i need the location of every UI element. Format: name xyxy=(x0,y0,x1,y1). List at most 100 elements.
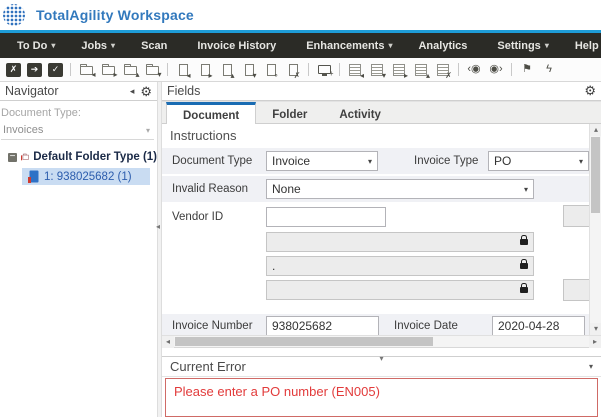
document-type-select[interactable]: Invoices ▾ xyxy=(1,122,154,140)
toolbar-separator xyxy=(339,63,340,76)
reject-button[interactable]: ✗ xyxy=(6,63,21,77)
menu-item-to-do[interactable]: To Do▾ xyxy=(4,40,68,52)
vertical-scrollbar[interactable]: ▴ ▾ xyxy=(589,124,601,335)
caret-down-icon: ▾ xyxy=(388,41,392,50)
menu-item-analytics[interactable]: Analytics xyxy=(405,40,484,52)
instructions-section-title: Instructions xyxy=(162,124,589,146)
previous-document-button[interactable] xyxy=(175,62,191,78)
document-last-icon xyxy=(245,64,254,76)
invoice-date-field-label: Invoice Date xyxy=(394,320,458,332)
app-header: TotalAgility Workspace xyxy=(0,0,601,30)
splitter-collapse-icon[interactable]: ◂ xyxy=(156,222,160,231)
open-viewer-button[interactable] xyxy=(316,62,332,78)
complete-button[interactable]: ✓ xyxy=(48,63,63,77)
vendor-id-input[interactable] xyxy=(266,207,386,227)
form-row: . xyxy=(162,255,589,277)
main-area: Navigator ◂ ⚙ Document Type: Invoices ▾ … xyxy=(0,82,601,417)
totalagility-workspace-window: TotalAgility Workspace To Do▾ Jobs▾ Scan… xyxy=(0,0,601,417)
shortcuts-button[interactable]: ϟ xyxy=(541,62,557,78)
form-row: Document Type Invoice ▾ Invoice Type PO … xyxy=(162,148,589,174)
tree-node-folder[interactable]: − Default Folder Type (1) xyxy=(0,149,157,165)
previous-view-button[interactable]: ‹◉ xyxy=(466,62,482,78)
fields-gear-icon[interactable]: ⚙ xyxy=(584,84,596,97)
document-type-field-label: Document Type xyxy=(172,155,252,167)
lock-icon xyxy=(520,263,528,269)
navigator-header: Navigator ◂ ⚙ xyxy=(0,82,157,101)
navigator-panel: Navigator ◂ ⚙ Document Type: Invoices ▾ … xyxy=(0,82,157,417)
previous-folder-button[interactable] xyxy=(78,62,94,78)
arrow-icon: ➔ xyxy=(31,65,39,74)
toolbar-separator xyxy=(70,63,71,76)
toolbar-separator xyxy=(458,63,459,76)
tab-activity[interactable]: Activity xyxy=(323,102,397,124)
caret-down-icon: ▾ xyxy=(368,157,372,166)
scroll-up-icon[interactable]: ▴ xyxy=(590,124,601,136)
invalid-reason-field-label: Invalid Reason xyxy=(172,183,248,195)
folder-node-label: Default Folder Type (1) xyxy=(33,151,157,163)
scroll-right-icon[interactable]: ▸ xyxy=(589,336,601,348)
menu-item-jobs[interactable]: Jobs▾ xyxy=(68,40,128,52)
list-expand-icon xyxy=(415,64,427,76)
tag-button[interactable]: ⚑ xyxy=(519,62,535,78)
caret-down-icon[interactable]: ▾ xyxy=(589,362,593,371)
list-collapse-icon xyxy=(371,64,383,76)
document-toolbar: ✗ ➔ ✓ ‹◉ ◉› ⚑ ϟ xyxy=(0,58,601,82)
caret-down-icon: ▾ xyxy=(524,185,528,194)
delete-document-button[interactable] xyxy=(285,62,301,78)
last-document-button[interactable] xyxy=(241,62,257,78)
caret-down-icon: ▾ xyxy=(111,41,115,50)
invoice-type-dropdown[interactable]: PO ▾ xyxy=(488,151,589,171)
first-folder-button[interactable] xyxy=(122,62,138,78)
collapse-fields-button[interactable] xyxy=(369,62,385,78)
navigator-gear-icon[interactable]: ⚙ xyxy=(140,85,152,98)
collapse-node-icon[interactable]: − xyxy=(8,153,17,162)
collapse-panel-icon[interactable]: ◂ xyxy=(130,86,135,97)
main-menu-bar: To Do▾ Jobs▾ Scan Invoice History Enhanc… xyxy=(0,33,601,58)
menu-item-help[interactable]: Help▾ xyxy=(562,40,601,52)
tab-folder[interactable]: Folder xyxy=(256,102,323,124)
caret-down-icon: ▾ xyxy=(545,41,549,50)
lock-icon xyxy=(520,239,528,245)
menu-item-settings[interactable]: Settings▾ xyxy=(484,40,561,52)
vertical-scrollbar-thumb[interactable] xyxy=(591,137,600,213)
document-settings-icon xyxy=(267,64,276,76)
menu-item-scan[interactable]: Scan xyxy=(128,40,184,52)
error-section-splitter[interactable]: ▾ xyxy=(162,348,601,356)
horizontal-scrollbar[interactable]: ◂ ▸ xyxy=(162,335,601,348)
invoice-type-field-label: Invoice Type xyxy=(414,155,478,167)
document-delete-icon xyxy=(289,64,298,76)
document-type-dropdown[interactable]: Invoice ▾ xyxy=(266,151,378,171)
caret-down-icon: ▾ xyxy=(51,41,55,50)
document-settings-button[interactable] xyxy=(263,62,279,78)
clipped-field xyxy=(563,205,589,227)
folder-next-icon xyxy=(102,66,115,75)
clear-field-button[interactable] xyxy=(435,62,451,78)
last-folder-button[interactable] xyxy=(144,62,160,78)
submit-button[interactable]: ➔ xyxy=(27,63,42,77)
invalid-reason-dropdown[interactable]: None ▾ xyxy=(266,179,534,199)
next-field-button[interactable] xyxy=(391,62,407,78)
scroll-down-icon[interactable]: ▾ xyxy=(590,323,601,335)
tab-document[interactable]: Document xyxy=(166,102,256,125)
next-folder-button[interactable] xyxy=(100,62,116,78)
toolbar-separator xyxy=(511,63,512,76)
invoice-number-input[interactable] xyxy=(266,316,379,335)
kofax-logo-icon xyxy=(2,2,28,28)
previous-field-button[interactable] xyxy=(347,62,363,78)
current-error-title: Current Error xyxy=(170,359,246,374)
current-error-box: Please enter a PO number (EN005) xyxy=(165,378,598,417)
tree-node-document-selected[interactable]: 1: 938025682 (1) xyxy=(22,168,150,185)
next-view-button[interactable]: ◉› xyxy=(488,62,504,78)
first-document-button[interactable] xyxy=(219,62,235,78)
invoice-date-input[interactable] xyxy=(492,316,585,335)
locked-field-3 xyxy=(266,280,534,300)
splitter-down-icon[interactable]: ▾ xyxy=(379,355,383,363)
menu-item-invoice-history[interactable]: Invoice History xyxy=(184,40,293,52)
horizontal-scrollbar-thumb[interactable] xyxy=(175,337,433,346)
document-fields-form: Instructions Document Type Invoice ▾ Inv… xyxy=(162,124,601,335)
form-row: Invoice Number Invoice Date xyxy=(162,314,589,335)
next-document-button[interactable] xyxy=(197,62,213,78)
expand-fields-button[interactable] xyxy=(413,62,429,78)
scroll-left-icon[interactable]: ◂ xyxy=(162,336,174,348)
menu-item-enhancements[interactable]: Enhancements▾ xyxy=(293,40,405,52)
